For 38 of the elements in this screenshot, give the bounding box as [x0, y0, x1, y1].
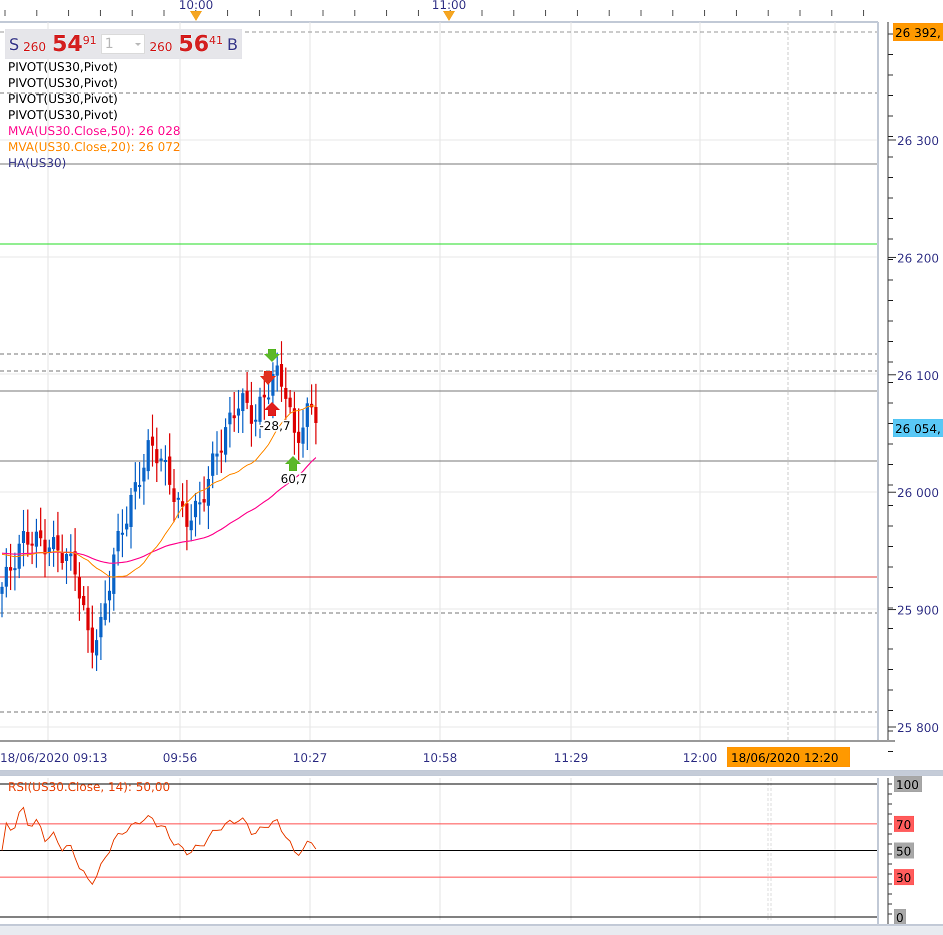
rsi-level-label: 50	[894, 842, 914, 858]
sell-label: S	[9, 34, 20, 54]
indicator-label: PIVOT(US30,Pivot)	[8, 92, 118, 106]
price-label: 25 800	[897, 721, 939, 735]
time-label: 10:58	[422, 751, 458, 765]
time-tag: 18/06/2020 12:20	[727, 747, 850, 767]
rsi-level-label: 100	[894, 776, 922, 792]
price-label: 26 100	[897, 368, 939, 383]
scrollbar-track[interactable]	[0, 925, 943, 935]
price-label: 26 300	[897, 134, 939, 148]
time-label: 11:00	[432, 0, 466, 12]
price-tag: 26 054,	[893, 419, 943, 437]
time-label: 09:56	[162, 751, 198, 765]
time-label: 11:29	[554, 751, 588, 765]
marker-icon	[443, 11, 455, 21]
time-label: 10:00	[178, 0, 214, 12]
indicator-label: RSI(US30.Close, 14): 50,00	[8, 780, 170, 794]
rsi-level-label: 0	[894, 909, 906, 925]
time-label: 10:27	[292, 751, 328, 765]
time-label: 12:00	[682, 751, 718, 765]
indicator-label: MVA(US30.Close,50): 26 028	[8, 124, 180, 138]
indicator-label: PIVOT(US30,Pivot)	[8, 60, 118, 74]
rsi-level-label: 30	[894, 869, 914, 886]
price-label: 26 200	[897, 251, 939, 266]
arrow-up-icon	[264, 402, 280, 416]
arrow-down-icon	[264, 349, 280, 362]
indicator-label: MVA(US30.Close,20): 26 072	[8, 140, 180, 154]
arrow-up-icon	[285, 456, 301, 471]
indicator-label: PIVOT(US30,Pivot)	[8, 108, 118, 122]
arrow-down-icon	[260, 371, 276, 385]
marker-icon	[190, 11, 202, 21]
time-label: 18/06/2020 09:13	[0, 751, 108, 765]
price-tag: 26 392,	[893, 23, 943, 41]
price-label: 26 000	[897, 486, 939, 500]
price-label: 25 900	[897, 604, 939, 618]
buy-label: B	[227, 34, 238, 54]
rsi-level-label: 70	[894, 816, 914, 832]
indicator-label: PIVOT(US30,Pivot)	[8, 76, 118, 90]
